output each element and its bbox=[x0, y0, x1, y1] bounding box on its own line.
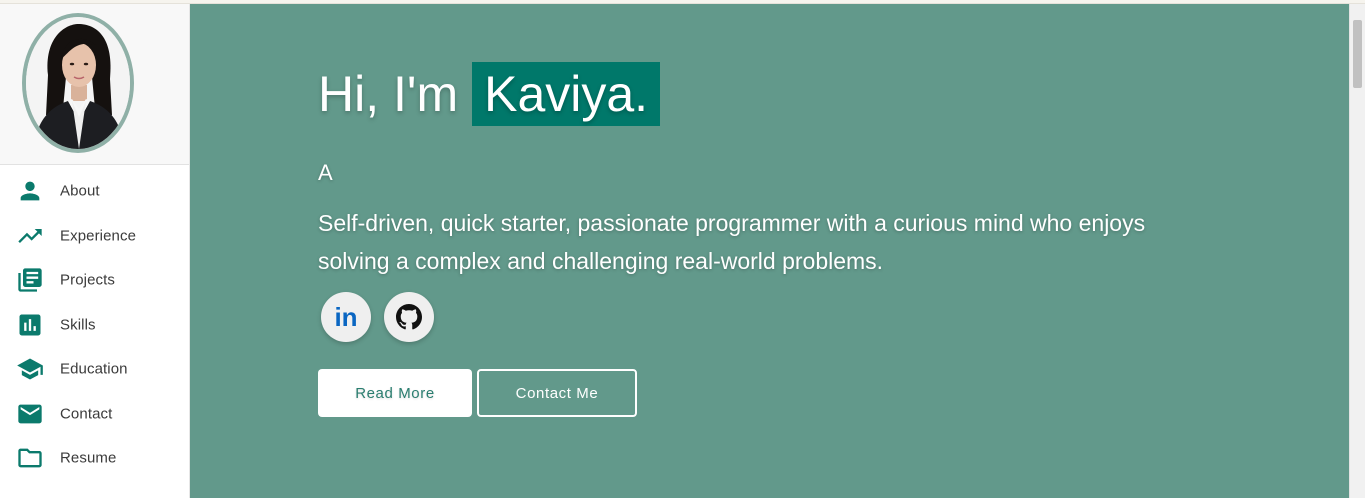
person-icon bbox=[16, 177, 44, 205]
linkedin-link[interactable]: in bbox=[321, 292, 371, 342]
sidebar-item-projects[interactable]: Projects bbox=[0, 260, 189, 300]
sidebar-item-label: Education bbox=[60, 360, 128, 378]
scrollbar-thumb[interactable] bbox=[1353, 20, 1362, 88]
github-icon bbox=[396, 304, 422, 330]
sidebar-item-label: Resume bbox=[60, 449, 117, 467]
sidebar-item-skills[interactable]: Skills bbox=[0, 305, 189, 345]
avatar bbox=[22, 13, 134, 153]
sidebar-item-education[interactable]: Education bbox=[0, 349, 189, 389]
folder-icon bbox=[16, 444, 44, 472]
sidebar-item-label: Contact bbox=[60, 405, 113, 423]
hero-title: Hi, I'm Kaviya. bbox=[318, 62, 661, 126]
contact-me-button[interactable]: Contact Me bbox=[477, 369, 637, 417]
hero-name: Kaviya. bbox=[472, 62, 661, 126]
library-books-icon bbox=[16, 266, 44, 294]
sidebar-item-label: Experience bbox=[60, 227, 137, 245]
hero-subtitle: A bbox=[318, 160, 333, 185]
sidebar-item-label: Projects bbox=[60, 271, 115, 289]
sidebar-item-label: Skills bbox=[60, 316, 96, 334]
trending-up-icon bbox=[16, 222, 44, 250]
github-link[interactable] bbox=[384, 292, 434, 342]
sidebar-item-resume[interactable]: Resume bbox=[0, 438, 189, 478]
avatar-portrait bbox=[26, 17, 130, 149]
sidebar-item-label: About bbox=[60, 182, 100, 200]
hero-greeting: Hi, I'm bbox=[318, 66, 459, 122]
email-icon bbox=[16, 400, 44, 428]
linkedin-icon: in bbox=[334, 305, 357, 329]
hero-section: Hi, I'm Kaviya. A Self-driven, quick sta… bbox=[190, 4, 1349, 498]
school-icon bbox=[16, 355, 44, 383]
hero-description: Self-driven, quick starter, passionate p… bbox=[318, 210, 1146, 274]
vertical-scrollbar[interactable] bbox=[1349, 4, 1365, 498]
sidebar-item-experience[interactable]: Experience bbox=[0, 216, 189, 256]
sidebar-item-contact[interactable]: Contact bbox=[0, 394, 189, 434]
sidebar-item-about[interactable]: About bbox=[0, 171, 189, 211]
bar-chart-icon bbox=[16, 311, 44, 339]
read-more-button[interactable]: Read More bbox=[318, 369, 472, 417]
svg-text:in: in bbox=[334, 305, 357, 329]
sidebar: About Experience Projects Skills Educati bbox=[0, 4, 190, 498]
profile-section bbox=[0, 4, 189, 165]
